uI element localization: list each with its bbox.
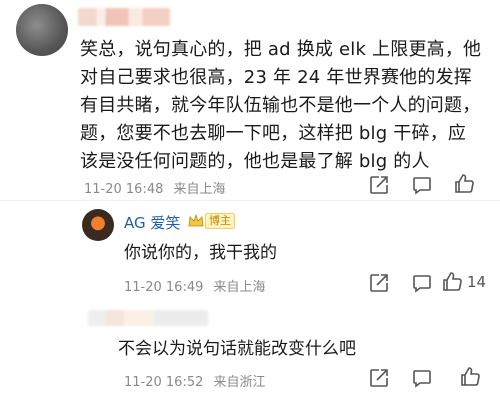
reply-time: 11-20 16:52 (124, 375, 204, 390)
share-icon[interactable] (368, 367, 390, 389)
reply-text: 你说你的，我干我的 (124, 243, 277, 263)
comment-line: 题，您要不也去聊一下吧，这样把 blg 干碎，应 (80, 123, 467, 144)
thumbs-up-icon (443, 272, 462, 291)
reply-meta: 11-20 16:49 来自上海 (124, 276, 266, 295)
comment-line: 对自己要求也很高，23 年 24 年世界赛他的发挥 (80, 67, 472, 88)
comment-text: 笑总，说句真心的，把 ad 换成 elk 上限更高，他 对自己要求也很高，23 … (80, 36, 490, 176)
comment-line: 笑总，说句真心的，把 ad 换成 elk 上限更高，他 (80, 39, 482, 60)
thumbs-up-icon[interactable] (452, 172, 476, 196)
comment-icon[interactable] (411, 272, 433, 294)
comment-icon[interactable] (411, 174, 433, 196)
thumbs-up-icon[interactable] (458, 365, 482, 389)
like-button[interactable]: 14 (440, 270, 486, 294)
author-avatar[interactable] (82, 209, 114, 241)
badge-label: 博主 (205, 213, 235, 229)
author-name[interactable]: AG 爱笑 (124, 212, 180, 233)
reply-location: 来自浙江 (213, 375, 266, 390)
reply-time: 11-20 16:49 (124, 280, 204, 295)
reply-location: 来自上海 (213, 280, 266, 295)
comment-line: 该是没任何问题的，他也是最了解 blg 的人 (80, 151, 430, 172)
like-count: 14 (467, 273, 487, 291)
comment-icon[interactable] (411, 367, 433, 389)
reply-text: 不会以为说句话就能改变什么吧 (118, 339, 356, 359)
comment-meta: 11-20 16:48 来自上海 (84, 178, 226, 197)
divider (0, 200, 500, 201)
comment-location: 来自上海 (173, 182, 226, 197)
comment-line: 有目共睹，就今年队伍输也不是他一个人的问题， (80, 95, 481, 116)
comment-time: 11-20 16:48 (84, 182, 164, 197)
replier-name-redacted[interactable] (88, 310, 208, 326)
author-badge: 博主 (188, 212, 235, 230)
share-icon[interactable] (368, 272, 390, 294)
share-icon[interactable] (368, 174, 390, 196)
crown-icon (188, 214, 204, 227)
reply-meta: 11-20 16:52 来自浙江 (124, 371, 266, 390)
commenter-name-redacted[interactable] (78, 8, 170, 26)
commenter-avatar[interactable] (16, 4, 68, 56)
